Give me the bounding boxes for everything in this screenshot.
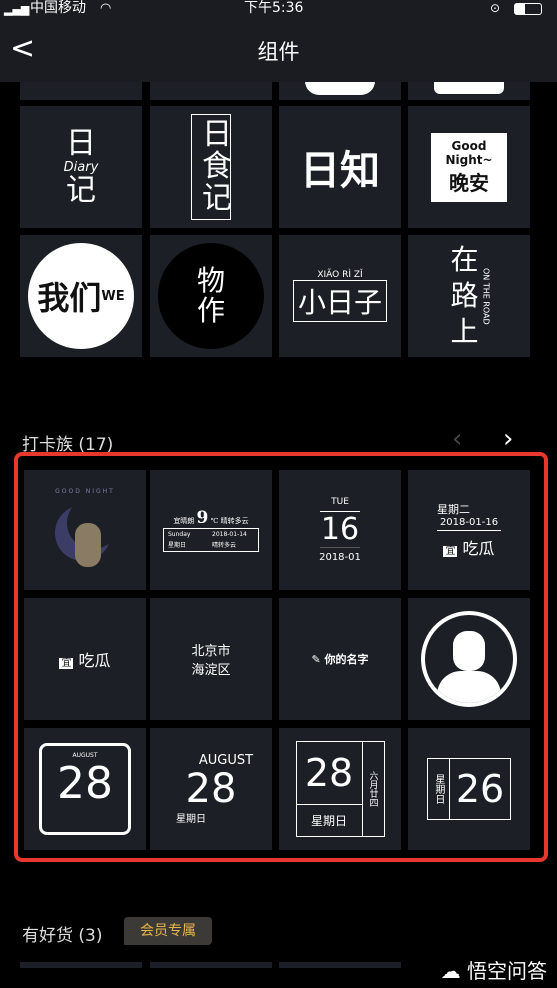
widget-sub: Good Night~: [445, 138, 493, 167]
date: 2018-01-16: [437, 517, 501, 531]
widget-xiaorizi[interactable]: XIÃO RÌ ZǏ 小日子: [279, 235, 401, 357]
widget-tile[interactable]: [279, 962, 401, 968]
widget-wuzuo[interactable]: 物作: [150, 235, 272, 357]
w-b: Sunday: [168, 531, 191, 538]
feather-icon: ✎: [311, 653, 321, 666]
widget-owl-moon[interactable]: GOOD NIGHT: [24, 470, 146, 590]
day: TUE: [320, 497, 360, 512]
day-number: 26: [455, 767, 505, 811]
widget-location[interactable]: 北京市 海淀区: [150, 598, 272, 720]
date: 2018-01: [319, 552, 361, 563]
yi-badge: 宜: [443, 546, 458, 557]
widget-tile[interactable]: [150, 962, 272, 968]
widget-date-tue[interactable]: TUE 16 2018-01: [279, 470, 401, 590]
wifi-icon: ◠: [100, 1, 112, 16]
yi-badge: 宜: [59, 658, 74, 669]
widget-food-diary[interactable]: 日食记: [150, 106, 272, 228]
widget-yi[interactable]: 宜 吃瓜: [24, 598, 146, 720]
widget-text: 我们: [37, 279, 102, 317]
widget-avatar[interactable]: [408, 598, 530, 720]
widget-text: 小日子: [292, 280, 387, 322]
widget-calendar-lunar[interactable]: 28 星期日 六月廿四: [279, 728, 401, 850]
section-title-youhaohuo: 有好货 (3): [22, 926, 103, 946]
widget-calendar-slash[interactable]: AUGUST 28 星期日: [150, 728, 272, 850]
widget-sub: WE: [101, 288, 125, 304]
widget-on-the-road[interactable]: 在路上 ON THE ROAD: [408, 235, 530, 357]
w-e: 晴转多云: [212, 542, 237, 549]
widget-tile[interactable]: [150, 82, 272, 100]
week: 星期二: [437, 503, 470, 516]
battery-icon: [514, 3, 542, 15]
widget-tile[interactable]: [408, 82, 530, 100]
avatar-placeholder-icon: [421, 611, 517, 707]
orientation-lock-icon: ⊙: [490, 1, 501, 15]
widget-text: 在路上: [450, 243, 479, 348]
watermark: ☁ 悟空问答: [441, 955, 547, 984]
w-temp: 9: [196, 508, 209, 528]
widget-women[interactable]: 我们 WE: [20, 235, 142, 357]
widget-tile[interactable]: [20, 82, 142, 100]
page-title: 组件: [257, 40, 300, 64]
w-unit: ℃ 晴转多云: [210, 517, 249, 525]
carrier: 中国移动: [30, 0, 86, 16]
day-number: 28: [57, 758, 113, 809]
district: 海淀区: [191, 663, 231, 678]
prev-page-button[interactable]: ‹: [452, 424, 462, 454]
city: 北京市: [191, 644, 231, 659]
week: 星期日: [310, 814, 347, 828]
next-page-button[interactable]: ›: [503, 424, 513, 454]
day-number: 28: [296, 742, 362, 805]
widget-sub: XIÃO RÌ ZǏ: [317, 270, 363, 280]
widget-tile[interactable]: [279, 82, 401, 100]
text: 你的名字: [324, 653, 369, 666]
text: 吃瓜: [462, 539, 495, 558]
w-a: 宜晴朗: [173, 517, 195, 525]
widget-rizhi[interactable]: 日知: [279, 106, 401, 228]
widget-text: 日食记: [191, 114, 232, 220]
widget-name[interactable]: ✎ 你的名字: [279, 598, 401, 720]
day-number: 16: [320, 512, 360, 548]
week: 星期日: [428, 759, 450, 819]
member-badge: 会员专属: [124, 917, 212, 945]
widget-sub: ON THE ROAD: [481, 267, 491, 325]
widget-tile[interactable]: [20, 962, 142, 968]
day-number: 28: [185, 766, 237, 812]
signal-icon: ▂▄▆: [4, 3, 30, 16]
w-c: 星期日: [168, 542, 187, 549]
widget-week-date[interactable]: 星期二 2018-01-16 宜 吃瓜: [408, 470, 530, 590]
lunar-date: 六月廿四: [367, 771, 378, 807]
week: 星期日: [176, 814, 206, 825]
owl-moon-icon: [55, 496, 119, 573]
clock: 下午5:36: [244, 0, 304, 16]
widget-label: GOOD NIGHT: [55, 487, 115, 495]
status-bar: ▂▄▆ 中国移动 ◠ 下午5:36 ⊙: [0, 0, 557, 20]
watermark-text: 悟空问答: [467, 959, 547, 983]
widget-goodnight[interactable]: Good Night~ 晚安: [408, 106, 530, 228]
nav-bar: < 组件: [0, 20, 557, 82]
wukong-logo-icon: ☁: [440, 959, 461, 983]
w-d: 2018-01-14: [212, 531, 247, 538]
text: 吃瓜: [78, 651, 111, 670]
widget-text: 物作: [158, 243, 264, 349]
widget-text: 日知: [300, 148, 380, 194]
widget-text: 晚安: [449, 170, 489, 195]
widget-calendar-box[interactable]: AUGUST 28: [24, 728, 146, 850]
widget-weather[interactable]: 宜晴朗 9 ℃ 晴转多云 Sunday 2018-01-14 星期日 晴转多云: [150, 470, 272, 590]
widget-calendar-week[interactable]: 星期日 26: [408, 728, 530, 850]
widget-diary[interactable]: 日 Diary 记: [20, 106, 142, 228]
